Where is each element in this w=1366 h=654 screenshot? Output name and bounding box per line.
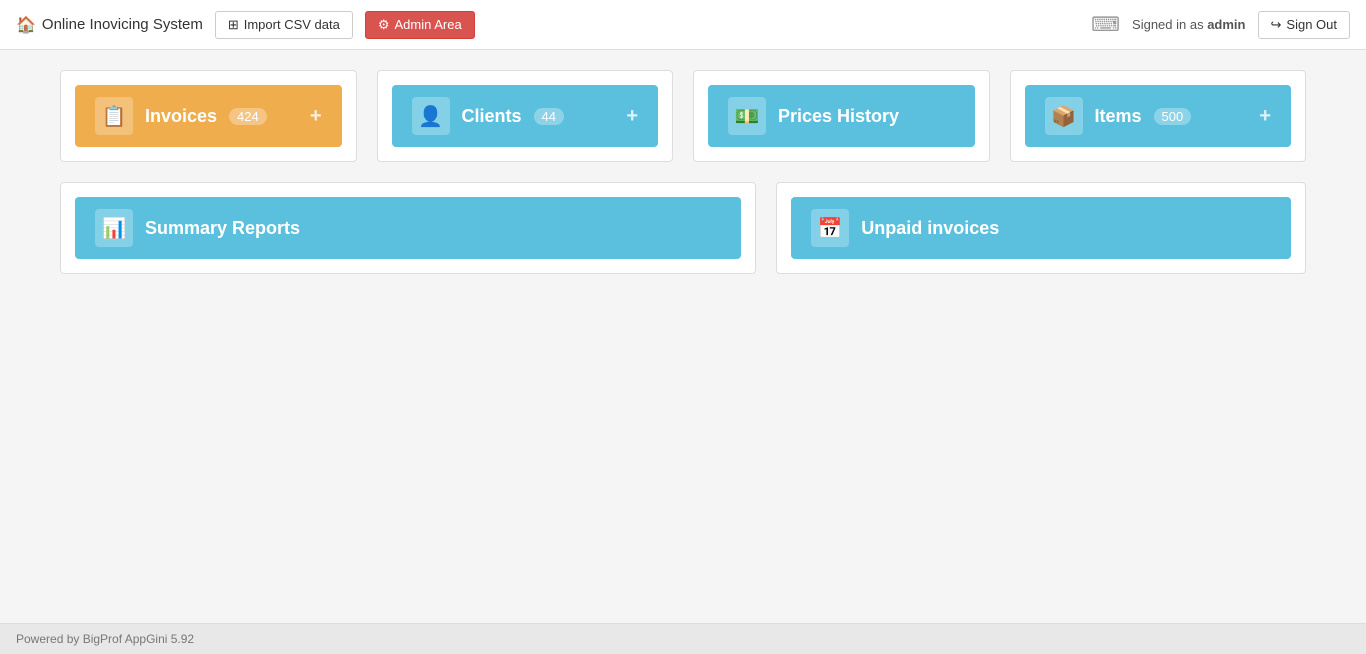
items-card: 📦 Items 500 + xyxy=(1010,70,1307,162)
prices-history-label: Prices History xyxy=(778,106,899,127)
unpaid-invoices-card: 📅 Unpaid invoices xyxy=(776,182,1306,274)
items-label: Items xyxy=(1095,106,1142,127)
clients-card: 👤 Clients 44 + xyxy=(377,70,674,162)
clients-icon: 👤 xyxy=(418,104,443,129)
brand-title: Online Inovicing System xyxy=(42,16,203,33)
prices-history-icon-box: 💵 xyxy=(728,97,766,135)
signed-in-user: admin xyxy=(1207,17,1245,32)
clients-label: Clients xyxy=(462,106,522,127)
clients-button[interactable]: 👤 Clients 44 + xyxy=(392,85,659,147)
keyboard-icon: ⌨ xyxy=(1091,12,1120,37)
items-button[interactable]: 📦 Items 500 + xyxy=(1025,85,1292,147)
import-label: Import CSV data xyxy=(244,17,340,32)
navbar-right: ⌨ Signed in as admin ↪ Sign Out xyxy=(1091,11,1350,39)
summary-reports-card: 📊 Summary Reports xyxy=(60,182,756,274)
footer-text: Powered by BigProf AppGini 5.92 xyxy=(16,632,194,646)
grid-icon: ⊞ xyxy=(228,17,239,33)
card-row-2: 📊 Summary Reports 📅 Unpaid invoices xyxy=(60,182,1306,274)
signed-in-text: Signed in as admin xyxy=(1132,17,1245,32)
invoices-badge: 424 xyxy=(229,108,267,125)
prices-history-button[interactable]: 💵 Prices History xyxy=(708,85,975,147)
invoices-icon-box: 📋 xyxy=(95,97,133,135)
admin-area-button[interactable]: ⚙ Admin Area xyxy=(365,11,475,39)
home-icon: 🏠 xyxy=(16,15,36,35)
prices-history-icon: 💵 xyxy=(735,104,760,129)
main-content: 📋 Invoices 424 + 👤 Clients 44 + 💵 xyxy=(0,50,1366,623)
summary-reports-button[interactable]: 📊 Summary Reports xyxy=(75,197,741,259)
invoices-add-icon[interactable]: + xyxy=(310,106,322,126)
invoices-label: Invoices xyxy=(145,106,217,127)
gear-icon: ⚙ xyxy=(378,17,390,33)
unpaid-invoices-icon-box: 📅 xyxy=(811,209,849,247)
summary-reports-icon: 📊 xyxy=(102,216,127,241)
invoices-icon: 📋 xyxy=(102,104,127,129)
navbar: 🏠 Online Inovicing System ⊞ Import CSV d… xyxy=(0,0,1366,50)
signout-icon: ↪ xyxy=(1271,17,1282,33)
prices-history-card: 💵 Prices History xyxy=(693,70,990,162)
clients-badge: 44 xyxy=(534,108,564,125)
brand-link[interactable]: 🏠 Online Inovicing System xyxy=(16,15,203,35)
footer: Powered by BigProf AppGini 5.92 xyxy=(0,623,1366,654)
signed-in-prefix: Signed in as xyxy=(1132,17,1207,32)
items-add-icon[interactable]: + xyxy=(1259,106,1271,126)
import-csv-button[interactable]: ⊞ Import CSV data xyxy=(215,11,353,39)
signout-button[interactable]: ↪ Sign Out xyxy=(1258,11,1351,39)
admin-label: Admin Area xyxy=(395,17,462,32)
items-icon: 📦 xyxy=(1051,104,1076,129)
clients-icon-box: 👤 xyxy=(412,97,450,135)
items-icon-box: 📦 xyxy=(1045,97,1083,135)
summary-reports-label: Summary Reports xyxy=(145,218,300,239)
unpaid-invoices-button[interactable]: 📅 Unpaid invoices xyxy=(791,197,1291,259)
invoices-button[interactable]: 📋 Invoices 424 + xyxy=(75,85,342,147)
signout-label: Sign Out xyxy=(1286,17,1337,32)
summary-reports-icon-box: 📊 xyxy=(95,209,133,247)
clients-add-icon[interactable]: + xyxy=(626,106,638,126)
unpaid-invoices-icon: 📅 xyxy=(818,216,843,241)
items-badge: 500 xyxy=(1154,108,1192,125)
unpaid-invoices-label: Unpaid invoices xyxy=(861,218,999,239)
invoices-card: 📋 Invoices 424 + xyxy=(60,70,357,162)
card-row-1: 📋 Invoices 424 + 👤 Clients 44 + 💵 xyxy=(60,70,1306,162)
